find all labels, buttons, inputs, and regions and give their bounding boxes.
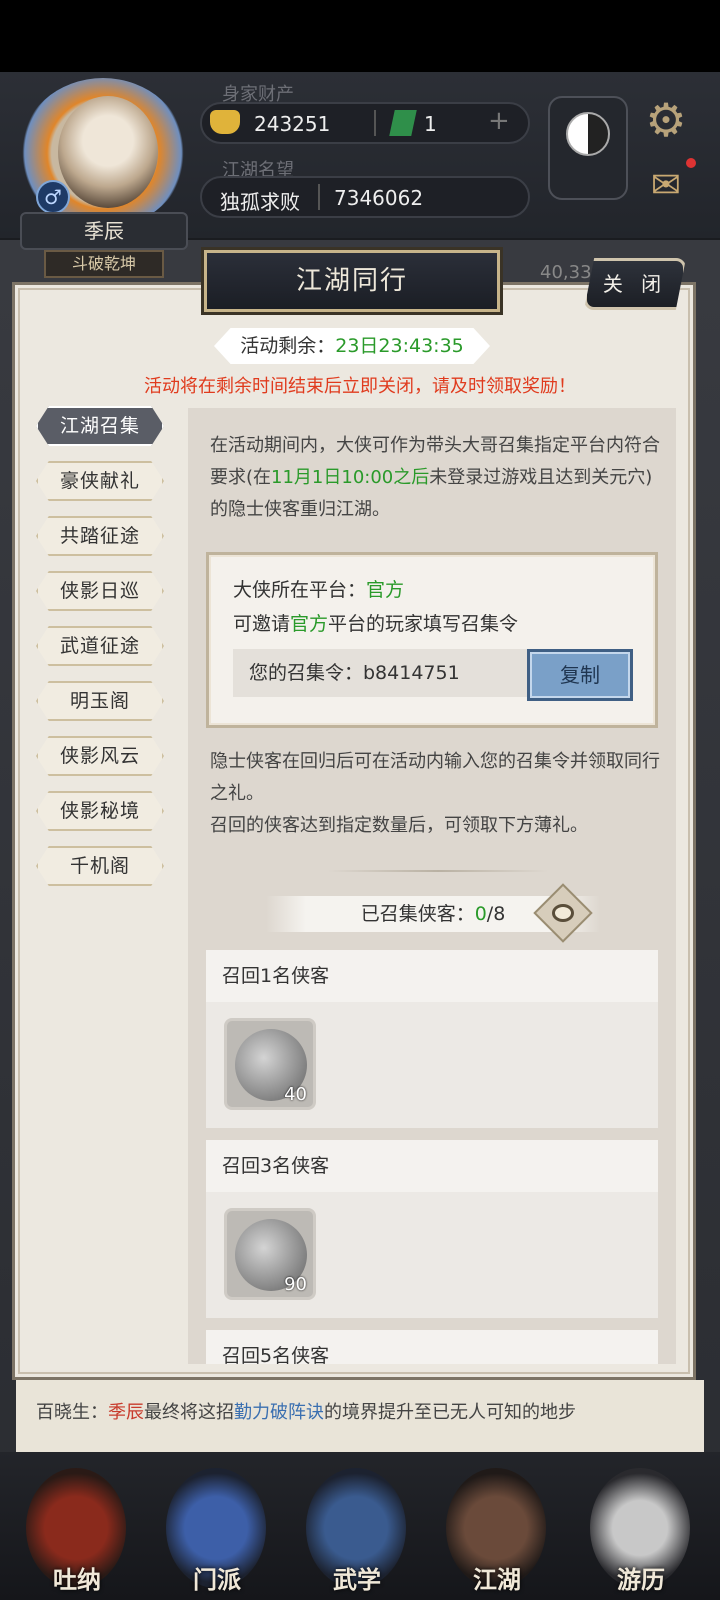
description-line: 召回的侠客达到指定数量后，可领取下方薄礼。 [210,815,588,836]
prestige-value: 7346062 [334,186,424,210]
notification-dot [686,158,696,168]
count-current: 0 [474,903,487,925]
status-bar [0,0,720,72]
reward-item[interactable]: 90 [224,1208,316,1300]
reward-title: 召回3名侠客 [206,1140,658,1192]
avatar[interactable] [58,96,158,208]
invite-line: 可邀请官方平台的玩家填写召集令 [233,609,518,636]
gender-male-icon: ♂ [36,180,70,214]
divider [374,110,376,136]
chat-player-name: 季辰 [108,1402,144,1423]
reward-title: 召回5名侠客 [206,1330,658,1364]
nav-item-xiaying-mijing[interactable]: 侠影秘境 [36,791,164,831]
count-label: 已召集侠客： [360,903,475,925]
chat-text: 最终将这招 [144,1402,234,1423]
copy-button[interactable]: 复制 [527,649,633,701]
nav-item-xiaying-rixun[interactable]: 侠影日巡 [36,571,164,611]
nav-item-wudao-zhengtu[interactable]: 武道征途 [36,626,164,666]
event-description: 隐士侠客在回归后可在活动内输入您的召集令并领取同行之礼。 召回的侠客达到指定数量… [210,746,660,842]
close-button[interactable]: 关 闭 [584,258,686,310]
platform-value: 官方 [366,579,405,601]
add-currency-button[interactable]: + [488,106,510,136]
ornament-divider [328,870,548,872]
prestige-row: 独孤求败 7346062 [200,176,530,218]
eye-icon[interactable] [552,904,574,922]
timer-label: 活动剩余： [240,335,336,357]
description-line: 隐士侠客在回归后可在活动内输入您的召集令并领取同行之礼。 [210,751,660,804]
invite-prefix: 可邀请 [233,613,291,635]
taiji-icon[interactable] [566,112,610,156]
gold-value: 243251 [254,112,331,136]
invite-platform: 官方 [290,613,329,635]
nav-item-jianghu-zhaoji[interactable]: 江湖召集 [36,406,164,446]
reward-item[interactable]: 40 [224,1018,316,1110]
chat-speaker: 百晓生： [36,1402,108,1423]
reward-card: 召回3名侠客 90 [206,1140,658,1318]
mail-icon[interactable]: ✉ [640,166,692,206]
bottom-nav-label[interactable]: 门派 [162,1560,272,1595]
nav-item-gongta-zhengtu[interactable]: 共踏征途 [36,516,164,556]
bottom-nav-label[interactable]: 游历 [586,1560,696,1595]
prestige-title: 独孤求败 [220,190,300,214]
nav-item-xiaying-fengyun[interactable]: 侠影风云 [36,736,164,776]
platform-label: 大侠所在平台： [233,579,367,601]
bottom-nav-label[interactable]: 吐纳 [22,1560,132,1595]
reward-quantity: 40 [284,1084,307,1105]
intro-date: 11月1日10:00之后 [271,467,430,488]
jade-value: 1 [424,112,437,136]
chat-text-end: 的境界提升至已无人可知的地步 [324,1402,576,1423]
wealth-row: 243251 1 + [200,102,530,144]
timer-value: 23日23:43:35 [335,335,464,357]
bottom-nav-label[interactable]: 江湖 [442,1560,552,1595]
gold-ingot-icon [210,110,240,134]
nav-item-qianjige[interactable]: 千机阁 [36,846,164,886]
count-total: /8 [486,903,506,925]
divider [318,184,320,210]
invite-box: 大侠所在平台：官方 可邀请官方平台的玩家填写召集令 您的召集令：b8414751… [206,552,658,728]
reward-card: 召回1名侠客 40 [206,950,658,1128]
reward-card: 召回5名侠客 [206,1330,658,1364]
reward-quantity: 90 [284,1274,307,1295]
event-intro: 在活动期间内，大侠可作为带头大哥召集指定平台内符合要求(在11月1日10:00之… [210,430,660,526]
nav-item-haoxia-xianli[interactable]: 豪侠献礼 [36,461,164,501]
platform-line: 大侠所在平台：官方 [233,575,404,602]
event-content-panel[interactable]: 在活动期间内，大侠可作为带头大哥召集指定平台内符合要求(在11月1日10:00之… [188,408,676,1364]
chat-skill-name: 勤力破阵诀 [234,1402,324,1423]
modal-title: 江湖同行 [204,250,500,312]
rank-badge: 斗破乾坤 [44,250,164,278]
chat-message: 百晓生：季辰最终将这招勤力破阵诀的境界提升至已无人可知的地步 [36,1398,576,1424]
reward-title: 召回1名侠客 [206,950,658,1002]
invite-suffix: 平台的玩家填写召集令 [328,613,519,635]
nav-item-mingyuge[interactable]: 明玉阁 [36,681,164,721]
player-name: 季辰 [20,212,188,250]
invite-code: 您的召集令：b8414751 [233,649,529,697]
event-timer: 活动剩余：23日23:43:35 [214,328,490,364]
jade-ticket-icon [389,110,417,136]
gear-icon[interactable]: ⚙ [640,94,692,146]
bottom-nav-label[interactable]: 武学 [302,1560,412,1595]
warning-text: 活动将在剩余时间结束后立即关闭，请及时领取奖励！ [144,376,576,397]
